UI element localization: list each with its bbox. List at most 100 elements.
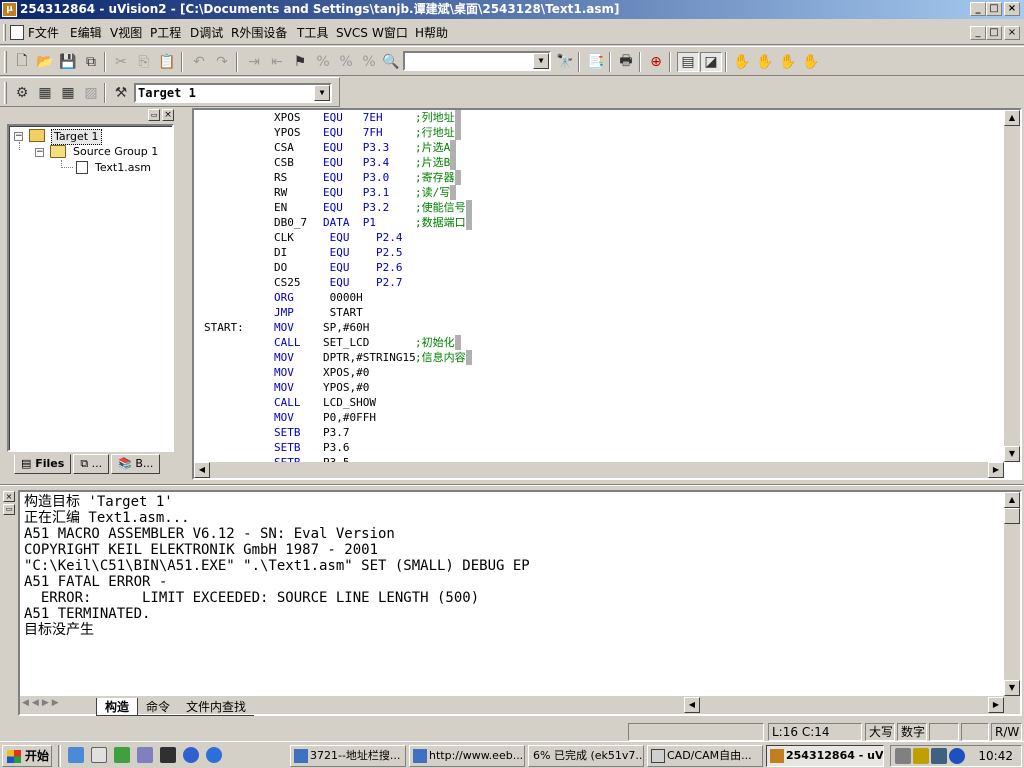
code-line[interactable]: EN EQU P3.2 ;使能信号: [204, 200, 994, 215]
find-icon[interactable]: 🔭: [554, 52, 576, 72]
indent-icon[interactable]: ⇥: [243, 52, 265, 72]
code-line[interactable]: MOV XPOS,#0: [204, 365, 994, 380]
stop-build-icon[interactable]: ▨: [80, 83, 102, 103]
build-icon[interactable]: ▦: [34, 83, 56, 103]
save-all-icon[interactable]: ⧉: [80, 52, 102, 72]
open-folder-icon[interactable]: 📂: [34, 52, 56, 72]
output-vertical-scrollbar[interactable]: ▲ ▼: [1004, 492, 1020, 696]
tree-item-target[interactable]: Target 1: [51, 129, 102, 145]
code-line[interactable]: DO EQU P2.6: [204, 260, 994, 275]
panel-close-button[interactable]: ×: [162, 109, 174, 121]
copy-icon[interactable]: ⎘: [133, 52, 155, 72]
code-line[interactable]: CLK EQU P2.4: [204, 230, 994, 245]
code-line[interactable]: CS25 EQU P2.7: [204, 275, 994, 290]
tab-find-in-files[interactable]: 文件内查找: [178, 698, 255, 716]
code-line[interactable]: JMP START: [204, 305, 994, 320]
unindent-icon[interactable]: ⇤: [266, 52, 288, 72]
next-bookmark-icon[interactable]: %: [312, 52, 334, 72]
scroll-right-icon[interactable]: ▶: [988, 697, 1004, 713]
collapse-icon[interactable]: −: [35, 148, 44, 157]
output-window[interactable]: 构造目标 'Target 1' 正在汇编 Text1.asm... A51 MACR…: [18, 490, 1022, 716]
new-file-icon[interactable]: 🗋: [11, 52, 33, 72]
network-icon[interactable]: [931, 748, 947, 764]
code-line[interactable]: CSB EQU P3.4 ;片选B: [204, 155, 994, 170]
project-window-icon[interactable]: ▤: [677, 52, 699, 72]
collapse-icon[interactable]: −: [14, 132, 23, 141]
scroll-thumb[interactable]: [1004, 508, 1020, 524]
hand-config-icon[interactable]: ✋: [800, 52, 822, 72]
quicklaunch-media-icon[interactable]: [160, 747, 176, 763]
menu-window[interactable]: W窗口: [372, 25, 408, 41]
menu-help[interactable]: H帮助: [415, 25, 448, 41]
find-combo[interactable]: ▼: [403, 51, 551, 71]
code-line[interactable]: ORG 0000H: [204, 290, 994, 305]
debug-session-icon[interactable]: ⊕: [645, 52, 667, 72]
document-icon[interactable]: [10, 25, 24, 40]
scroll-down-icon[interactable]: ▼: [1004, 680, 1020, 696]
code-line[interactable]: MOV DPTR,#STRING15 ;信息内容: [204, 350, 994, 365]
panel-restore-button[interactable]: ▭: [148, 109, 160, 121]
tree-item-source-group[interactable]: Source Group 1: [73, 145, 158, 159]
hand-settings-icon[interactable]: ✋: [754, 52, 776, 72]
paste-icon[interactable]: 📋: [156, 52, 178, 72]
tree-item-file[interactable]: Text1.asm: [95, 161, 151, 175]
menu-grip[interactable]: [3, 24, 6, 41]
doc-close-button[interactable]: ×: [1004, 26, 1020, 40]
quicklaunch-notes-icon[interactable]: [91, 747, 107, 763]
doc-restore-button[interactable]: □: [986, 26, 1002, 40]
editor-horizontal-scrollbar[interactable]: ◀ ▶: [194, 462, 1004, 478]
bookmark-icon[interactable]: ⚑: [289, 52, 311, 72]
volume-icon[interactable]: [895, 748, 911, 764]
splitter[interactable]: [0, 484, 1024, 486]
redo-icon[interactable]: ↷: [211, 52, 233, 72]
print-icon[interactable]: 🖶: [615, 52, 637, 72]
save-icon[interactable]: 💾: [57, 52, 79, 72]
code-line[interactable]: XPOS EQU 7EH ;列地址: [204, 110, 994, 125]
output-close-button[interactable]: ×: [3, 491, 15, 502]
translate-icon[interactable]: ⚙: [11, 83, 33, 103]
task-3721[interactable]: 3721--地址栏搜...: [290, 745, 406, 767]
messenger-icon[interactable]: [949, 748, 965, 764]
quicklaunch-info-icon[interactable]: [183, 747, 199, 763]
minimize-button[interactable]: _: [970, 2, 986, 16]
output-restore-button[interactable]: ▭: [3, 504, 15, 515]
tab-files[interactable]: ▤ Files: [14, 454, 72, 474]
scroll-down-icon[interactable]: ▼: [1004, 446, 1020, 462]
tab-command[interactable]: 命令: [138, 698, 179, 716]
toolbar-grip[interactable]: [4, 82, 7, 104]
code-line[interactable]: CALL SET_LCD ;初始化: [204, 335, 994, 350]
quicklaunch-network-icon[interactable]: [68, 747, 84, 763]
code-line[interactable]: DI EQU P2.5: [204, 245, 994, 260]
find-in-files-icon[interactable]: 🔍: [380, 52, 402, 72]
cut-icon[interactable]: ✂: [110, 52, 132, 72]
tab-regs[interactable]: ⧉ ...: [73, 454, 110, 474]
code-line[interactable]: DB0_7 DATA P1 ;数据端口: [204, 215, 994, 230]
task-cadcam[interactable]: CAD/CAM自由...: [647, 745, 763, 767]
code-line[interactable]: MOV YPOS,#0: [204, 380, 994, 395]
menu-view[interactable]: V视图: [110, 25, 142, 41]
tab-nav-arrows[interactable]: ◀◀▶▶: [22, 698, 62, 708]
menu-peripherals[interactable]: R外围设备: [231, 25, 287, 41]
clear-bookmarks-icon[interactable]: %: [358, 52, 380, 72]
toolbar-grip[interactable]: [4, 51, 7, 73]
task-download[interactable]: 6% 已完成 (ek51v7...: [528, 745, 644, 767]
tray-tool-icon[interactable]: [913, 748, 929, 764]
code-line[interactable]: CALL LCD_SHOW: [204, 395, 994, 410]
quicklaunch-tools-icon[interactable]: [137, 747, 153, 763]
menu-project[interactable]: P工程: [150, 25, 181, 41]
scroll-up-icon[interactable]: ▲: [1004, 110, 1020, 126]
menu-tools[interactable]: T工具: [297, 25, 328, 41]
output-window-icon[interactable]: ◪: [700, 52, 722, 72]
maximize-button[interactable]: □: [986, 2, 1002, 16]
internet-explorer-icon[interactable]: [206, 747, 222, 763]
code-line[interactable]: SETB P3.7: [204, 425, 994, 440]
tab-books[interactable]: 📚 B...: [111, 454, 161, 474]
editor-vertical-scrollbar[interactable]: ▲ ▼: [1004, 110, 1020, 462]
menu-svcs[interactable]: SVCS: [336, 25, 368, 41]
chevron-down-icon[interactable]: ▼: [314, 85, 330, 101]
code-line[interactable]: SETB P3.6: [204, 440, 994, 455]
code-line[interactable]: YPOS EQU 7FH ;行地址: [204, 125, 994, 140]
code-line[interactable]: SETB P3.5: [204, 455, 994, 462]
tab-build[interactable]: 构造: [96, 698, 139, 716]
code-line[interactable]: MOV P0,#0FFH: [204, 410, 994, 425]
